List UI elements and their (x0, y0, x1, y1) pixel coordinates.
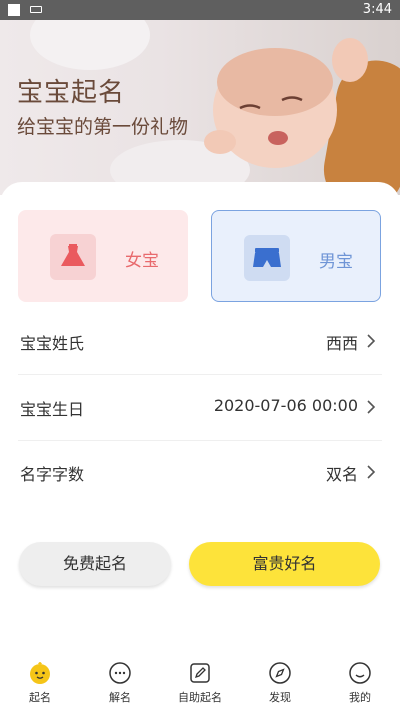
tab-mine[interactable]: 我的 (320, 660, 400, 710)
banner-subtitle: 给宝宝的第一份礼物 (17, 116, 189, 138)
birthday-row[interactable]: 宝宝生日 2020-07-06 00:00 (18, 376, 382, 441)
banner-title: 宝宝起名 (17, 78, 126, 108)
premium-naming-button[interactable]: 富贵好名 (189, 542, 380, 586)
free-naming-button[interactable]: 免费起名 (19, 542, 171, 586)
smile-icon (349, 662, 371, 684)
tab-naming[interactable]: 起名 (0, 660, 80, 710)
surname-label: 宝宝姓氏 (20, 334, 85, 353)
status-time: 3:44 (362, 2, 392, 17)
chevron-right-icon (367, 400, 376, 414)
name-length-value: 双名 (325, 465, 358, 484)
tab-interpret[interactable]: 解名 (80, 660, 160, 710)
status-bar: 3:44 (0, 0, 400, 20)
chevron-right-icon (367, 465, 376, 479)
girl-option[interactable]: 女宝 (18, 210, 188, 302)
dress-icon (50, 234, 96, 280)
tab-discover[interactable]: 发现 (240, 660, 320, 710)
notification-icon (8, 4, 20, 16)
tab-label: 解名 (109, 691, 131, 704)
edit-icon (190, 663, 210, 683)
boy-option[interactable]: 男宝 (211, 210, 381, 302)
keyboard-icon (30, 6, 42, 13)
sleeping-baby-illustration (204, 38, 368, 168)
compass-icon (269, 662, 291, 684)
girl-label: 女宝 (125, 251, 159, 271)
chevron-right-icon (367, 334, 376, 348)
hero-banner: 宝宝起名 给宝宝的第一份礼物 (0, 20, 400, 195)
tab-label: 自助起名 (178, 691, 222, 704)
tab-label: 我的 (349, 691, 371, 704)
bottom-tab-bar: 起名 解名 自助起名 发现 我的 (0, 652, 400, 710)
tab-self-naming[interactable]: 自助起名 (160, 660, 240, 710)
birthday-label: 宝宝生日 (20, 400, 85, 419)
name-length-label: 名字字数 (20, 465, 85, 484)
tab-label: 起名 (29, 691, 51, 704)
baby-face-icon (30, 662, 50, 684)
birthday-value: 2020-07-06 00:00 (213, 396, 358, 415)
chat-bubble-icon (109, 662, 131, 684)
banner-cloud (30, 20, 150, 70)
shorts-icon (244, 235, 290, 281)
boy-label: 男宝 (319, 252, 353, 272)
surname-row[interactable]: 宝宝姓氏 西西 (18, 310, 382, 375)
tab-label: 发现 (269, 691, 291, 704)
name-length-row[interactable]: 名字字数 双名 (18, 441, 382, 505)
surname-value: 西西 (325, 334, 358, 353)
